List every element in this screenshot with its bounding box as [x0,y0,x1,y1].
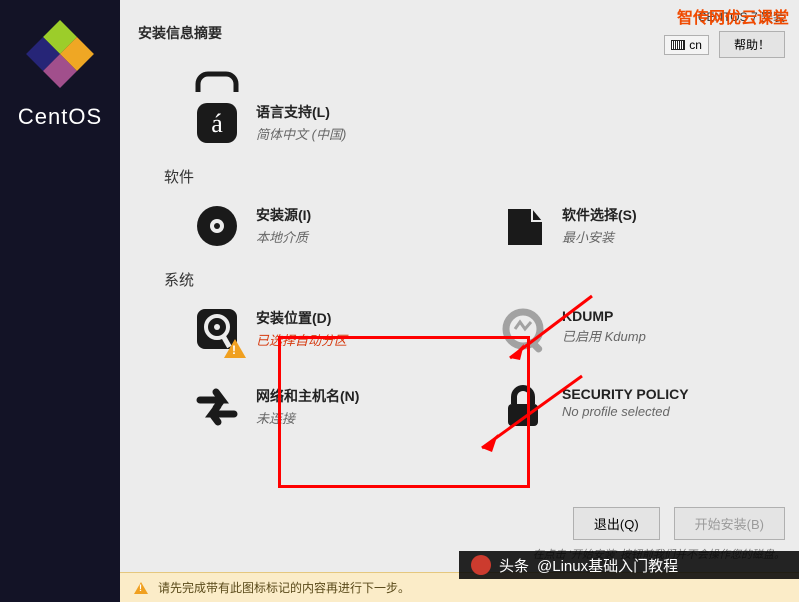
spoke-status: 简体中文 (中国) [256,124,346,143]
overlay-attribution: 头条 @Linux基础入门教程 [459,551,799,579]
main-panel: 安装信息摘要 CENTOS 7 安装 智传网优云课堂 cn 帮助！ [120,0,799,602]
section-header-software: 软件 [132,166,787,187]
overlay-text: @Linux基础入门教程 [537,555,678,576]
help-button[interactable]: 帮助！ [719,31,785,58]
lock-icon [498,382,548,432]
kdump-icon [498,304,548,354]
brand-text: CentOS [18,104,102,130]
page-title: 安装信息摘要 [138,23,222,43]
spoke-security-policy[interactable]: SECURITY POLICY No profile selected [498,382,764,432]
warning-badge-icon [224,339,246,358]
overlay-prefix: 头条 [499,555,529,576]
spoke-label: 安装源(I) [256,205,311,225]
warning-icon [134,582,148,594]
spoke-label: KDUMP [562,308,646,324]
content-scroll[interactable]: á 语言支持(L) 简体中文 (中国) 软件 [120,62,799,501]
spoke-label: 软件选择(S) [562,205,637,225]
quit-button[interactable]: 退出(Q) [573,507,660,540]
top-bar: 安装信息摘要 CENTOS 7 安装 智传网优云课堂 cn 帮助！ [120,0,799,62]
partial-prev-item [192,66,248,92]
watermark-text: 智传网优云课堂 [677,4,789,28]
spoke-kdump[interactable]: KDUMP 已启用 Kdump [498,304,764,354]
disc-icon [192,201,242,251]
spoke-status: 已启用 Kdump [562,326,646,345]
spoke-label: 网络和主机名(N) [256,386,359,406]
spoke-status: 本地介质 [256,227,311,246]
spoke-label: SECURITY POLICY [562,386,689,402]
package-icon [498,201,548,251]
svg-text:á: á [211,109,223,138]
spoke-status: 最小安装 [562,227,637,246]
section-header-system: 系统 [132,269,787,290]
spoke-network-hostname[interactable]: 网络和主机名(N) 未连接 [192,382,458,432]
harddisk-icon [192,304,242,354]
network-icon [192,382,242,432]
spoke-language-support[interactable]: á 语言支持(L) 简体中文 (中国) [192,98,458,148]
spoke-status: 已选择自动分区 [256,330,347,349]
keyboard-layout-label: cn [689,38,702,52]
spoke-status: 未连接 [256,408,359,427]
keyboard-layout-button[interactable]: cn [664,35,709,55]
avatar-icon [471,555,491,575]
sidebar: CentOS [0,0,120,602]
begin-install-button[interactable]: 开始安装(B) [674,507,785,540]
spoke-label: 安装位置(D) [256,308,347,328]
keyboard-icon [671,40,685,50]
spoke-label: 语言支持(L) [256,102,346,122]
language-icon: á [192,98,242,148]
spoke-status: No profile selected [562,404,689,419]
spoke-installation-source[interactable]: 安装源(I) 本地介质 [192,201,458,251]
spoke-installation-destination[interactable]: 安装位置(D) 已选择自动分区 [192,304,458,354]
warning-text: 请先完成带有此图标标记的内容再进行下一步。 [158,579,410,596]
centos-logo-icon [26,20,94,88]
spoke-software-selection[interactable]: 软件选择(S) 最小安装 [498,201,764,251]
